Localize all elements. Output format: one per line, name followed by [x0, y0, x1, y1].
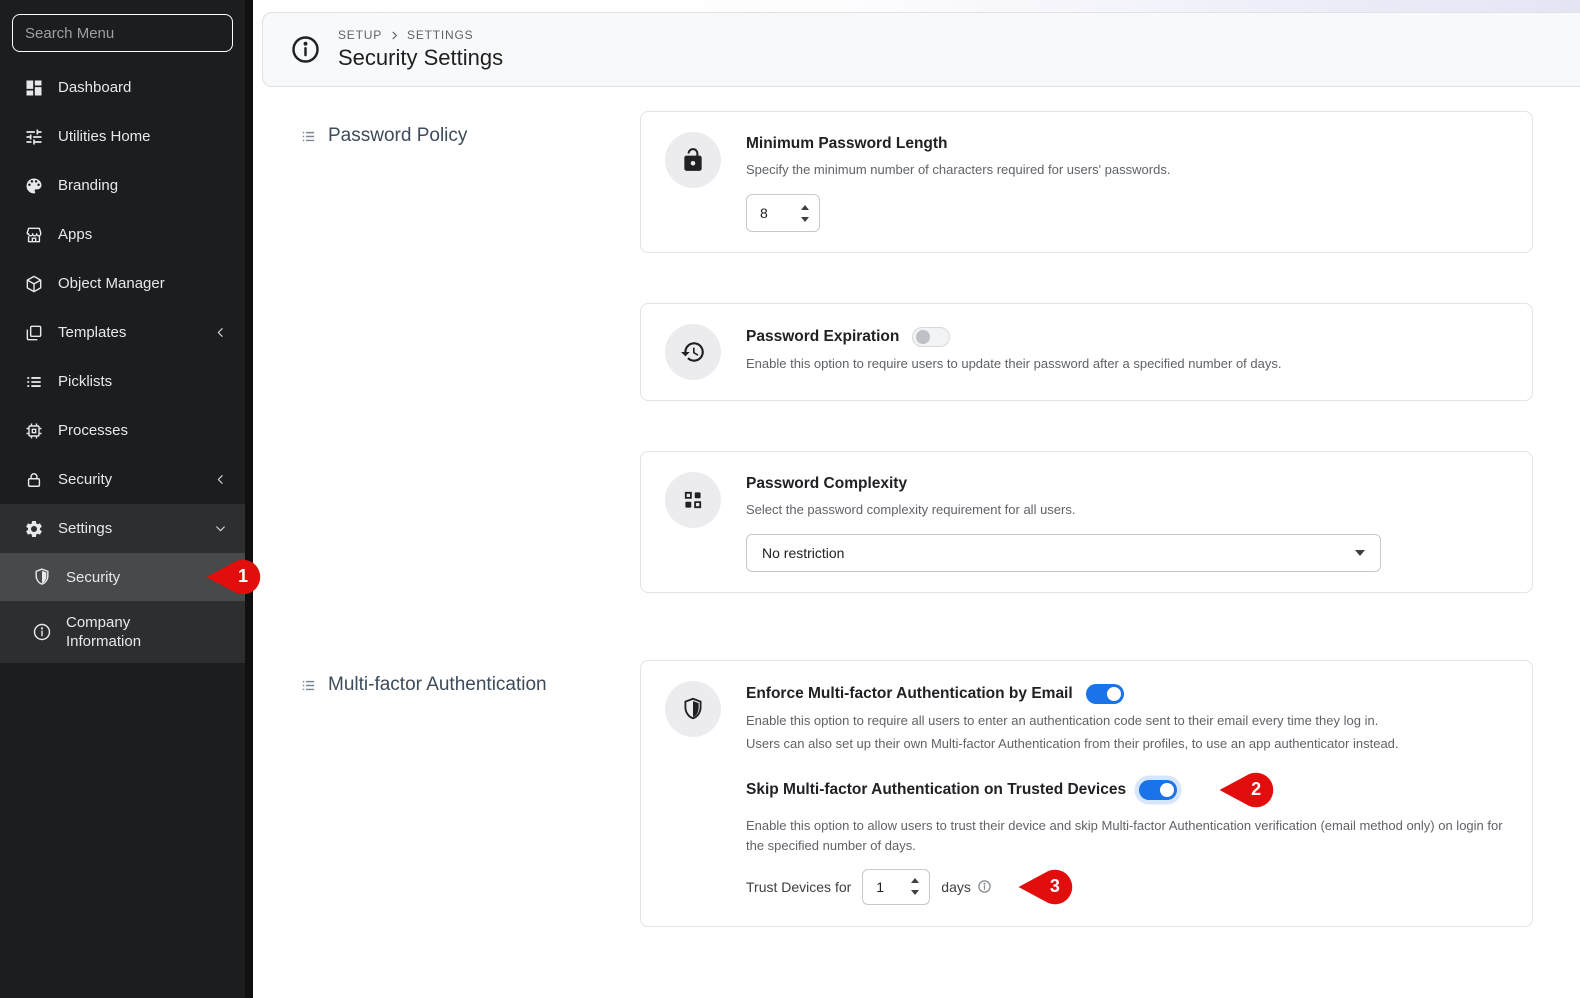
page-info-icon[interactable]	[290, 34, 321, 65]
annotation-badge-2: 2	[1218, 771, 1276, 809]
min-password-length-input[interactable]	[747, 205, 781, 221]
sidebar-item-utilities-home[interactable]: Utilities Home	[0, 112, 245, 161]
enforce-mfa-toggle[interactable]	[1086, 684, 1124, 704]
settings-submenu: Security 1 Company Information	[0, 553, 245, 663]
enforce-mfa-title-row: Enforce Multi-factor Authentication by E…	[746, 684, 1508, 704]
section-password-policy: Password Policy Minimum Password Length …	[253, 111, 1580, 593]
sidebar-item-label: Security	[58, 471, 112, 488]
dashboard-icon	[24, 78, 44, 98]
sidebar-item-label: Object Manager	[58, 275, 165, 292]
card-title: Minimum Password Length	[746, 135, 1508, 153]
sidebar-item-settings[interactable]: Settings	[0, 504, 245, 553]
top-strip	[253, 0, 1580, 12]
sidebar-subitem-company-information[interactable]: Company Information	[0, 601, 245, 663]
card-description: Select the password complexity requireme…	[746, 500, 1508, 520]
sidebar-item-label: Dashboard	[58, 79, 131, 96]
storefront-icon	[24, 225, 44, 245]
sidebar-nav: Dashboard Utilities Home Branding	[0, 63, 245, 663]
sidebar-item-templates[interactable]: Templates	[0, 308, 245, 357]
card-mfa: Enforce Multi-factor Authentication by E…	[640, 660, 1533, 927]
stepper-down-icon[interactable]	[911, 890, 919, 895]
selected-option: No restriction	[762, 545, 844, 561]
trust-devices-label: Trust Devices for	[746, 879, 851, 895]
sidebar-item-processes[interactable]: Processes	[0, 406, 245, 455]
info-icon	[32, 622, 52, 642]
breadcrumb: SETUP SETTINGS	[338, 28, 503, 42]
sidebar-item-picklists[interactable]: Picklists	[0, 357, 245, 406]
stepper-down-icon[interactable]	[801, 217, 809, 222]
palette-icon	[24, 176, 44, 196]
chevron-down-icon	[214, 522, 227, 535]
sidebar-item-security[interactable]: Security	[0, 455, 245, 504]
card-description: Enable this option to require users to u…	[746, 354, 1508, 374]
sidebar-item-label: Settings	[58, 520, 112, 537]
sidebar-subitem-security[interactable]: Security 1	[0, 553, 245, 601]
sidebar-subitem-label: Company Information	[66, 613, 176, 652]
breadcrumb-settings[interactable]: SETTINGS	[407, 28, 473, 42]
cube-icon	[24, 274, 44, 294]
card-description: Specify the minimum number of characters…	[746, 160, 1508, 180]
sidebar-item-branding[interactable]: Branding	[0, 161, 245, 210]
skip-mfa-toggle[interactable]	[1139, 780, 1177, 800]
sidebar-item-apps[interactable]: Apps	[0, 210, 245, 259]
page-title: Security Settings	[338, 45, 503, 71]
sidebar-item-object-manager[interactable]: Object Manager	[0, 259, 245, 308]
sidebar-item-label: Branding	[58, 177, 118, 194]
lock-open-icon	[665, 132, 721, 188]
shield-half-icon	[665, 681, 721, 737]
templates-icon	[24, 323, 44, 343]
stepper-up-icon[interactable]	[911, 878, 919, 883]
gear-icon	[24, 519, 44, 539]
trust-days-stepper[interactable]	[862, 869, 930, 905]
shield-icon	[32, 567, 52, 587]
enforce-mfa-description-2: Users can also set up their own Multi-fa…	[746, 734, 1508, 754]
search-input[interactable]	[12, 14, 233, 52]
min-password-length-stepper[interactable]	[746, 194, 820, 232]
lock-icon	[24, 470, 44, 490]
section-mfa: Multi-factor Authentication Enforce Mult…	[253, 660, 1580, 927]
trust-days-input[interactable]	[863, 879, 897, 895]
sidebar: Dashboard Utilities Home Branding	[0, 0, 253, 998]
card-minimum-password-length: Minimum Password Length Specify the mini…	[640, 111, 1533, 253]
security-settings-page: Dashboard Utilities Home Branding	[0, 0, 1580, 998]
sidebar-item-label: Templates	[58, 324, 126, 341]
sidebar-subitem-label: Security	[66, 569, 120, 586]
sidebar-item-label: Picklists	[58, 373, 112, 390]
section-label-mfa: Multi-factor Authentication	[253, 660, 640, 696]
sliders-icon	[24, 127, 44, 147]
sidebar-item-label: Apps	[58, 226, 92, 243]
chevron-left-icon	[214, 473, 227, 486]
trust-devices-row: Trust Devices for days	[746, 868, 1508, 906]
card-password-expiration: Password Expiration Enable this option t…	[640, 303, 1533, 401]
list-icon	[24, 372, 44, 392]
chip-icon	[24, 421, 44, 441]
skip-mfa-title-row: Skip Multi-factor Authentication on Trus…	[746, 771, 1508, 809]
sidebar-item-dashboard[interactable]: Dashboard	[0, 63, 245, 112]
password-complexity-select[interactable]: No restriction	[746, 534, 1381, 572]
breadcrumb-setup[interactable]: SETUP	[338, 28, 382, 42]
chevron-right-icon	[389, 30, 400, 41]
section-label-password-policy: Password Policy	[253, 111, 640, 147]
card-password-complexity: Password Complexity Select the password …	[640, 451, 1533, 593]
annotation-badge-1: 1	[205, 558, 263, 596]
section-list-icon	[300, 677, 317, 694]
annotation-badge-3: 3	[1017, 868, 1075, 906]
sidebar-item-label: Processes	[58, 422, 128, 439]
days-label: days	[941, 879, 971, 895]
history-clock-icon	[665, 324, 721, 380]
enforce-mfa-description-1: Enable this option to require all users …	[746, 711, 1508, 731]
grid-squares-icon	[665, 472, 721, 528]
page-header: SETUP SETTINGS Security Settings	[262, 12, 1580, 87]
chevron-left-icon	[214, 326, 227, 339]
select-caret-icon	[1355, 550, 1365, 556]
stepper-up-icon[interactable]	[801, 205, 809, 210]
sidebar-item-label: Utilities Home	[58, 128, 151, 145]
section-list-icon	[300, 128, 317, 145]
days-info-icon[interactable]	[977, 879, 992, 894]
card-title: Password Complexity	[746, 475, 1508, 493]
card-title: Password Expiration	[746, 327, 1508, 347]
main-content: SETUP SETTINGS Security Settings Passwor…	[253, 0, 1580, 998]
password-expiration-toggle[interactable]	[912, 327, 950, 347]
skip-mfa-description: Enable this option to allow users to tru…	[746, 816, 1508, 856]
